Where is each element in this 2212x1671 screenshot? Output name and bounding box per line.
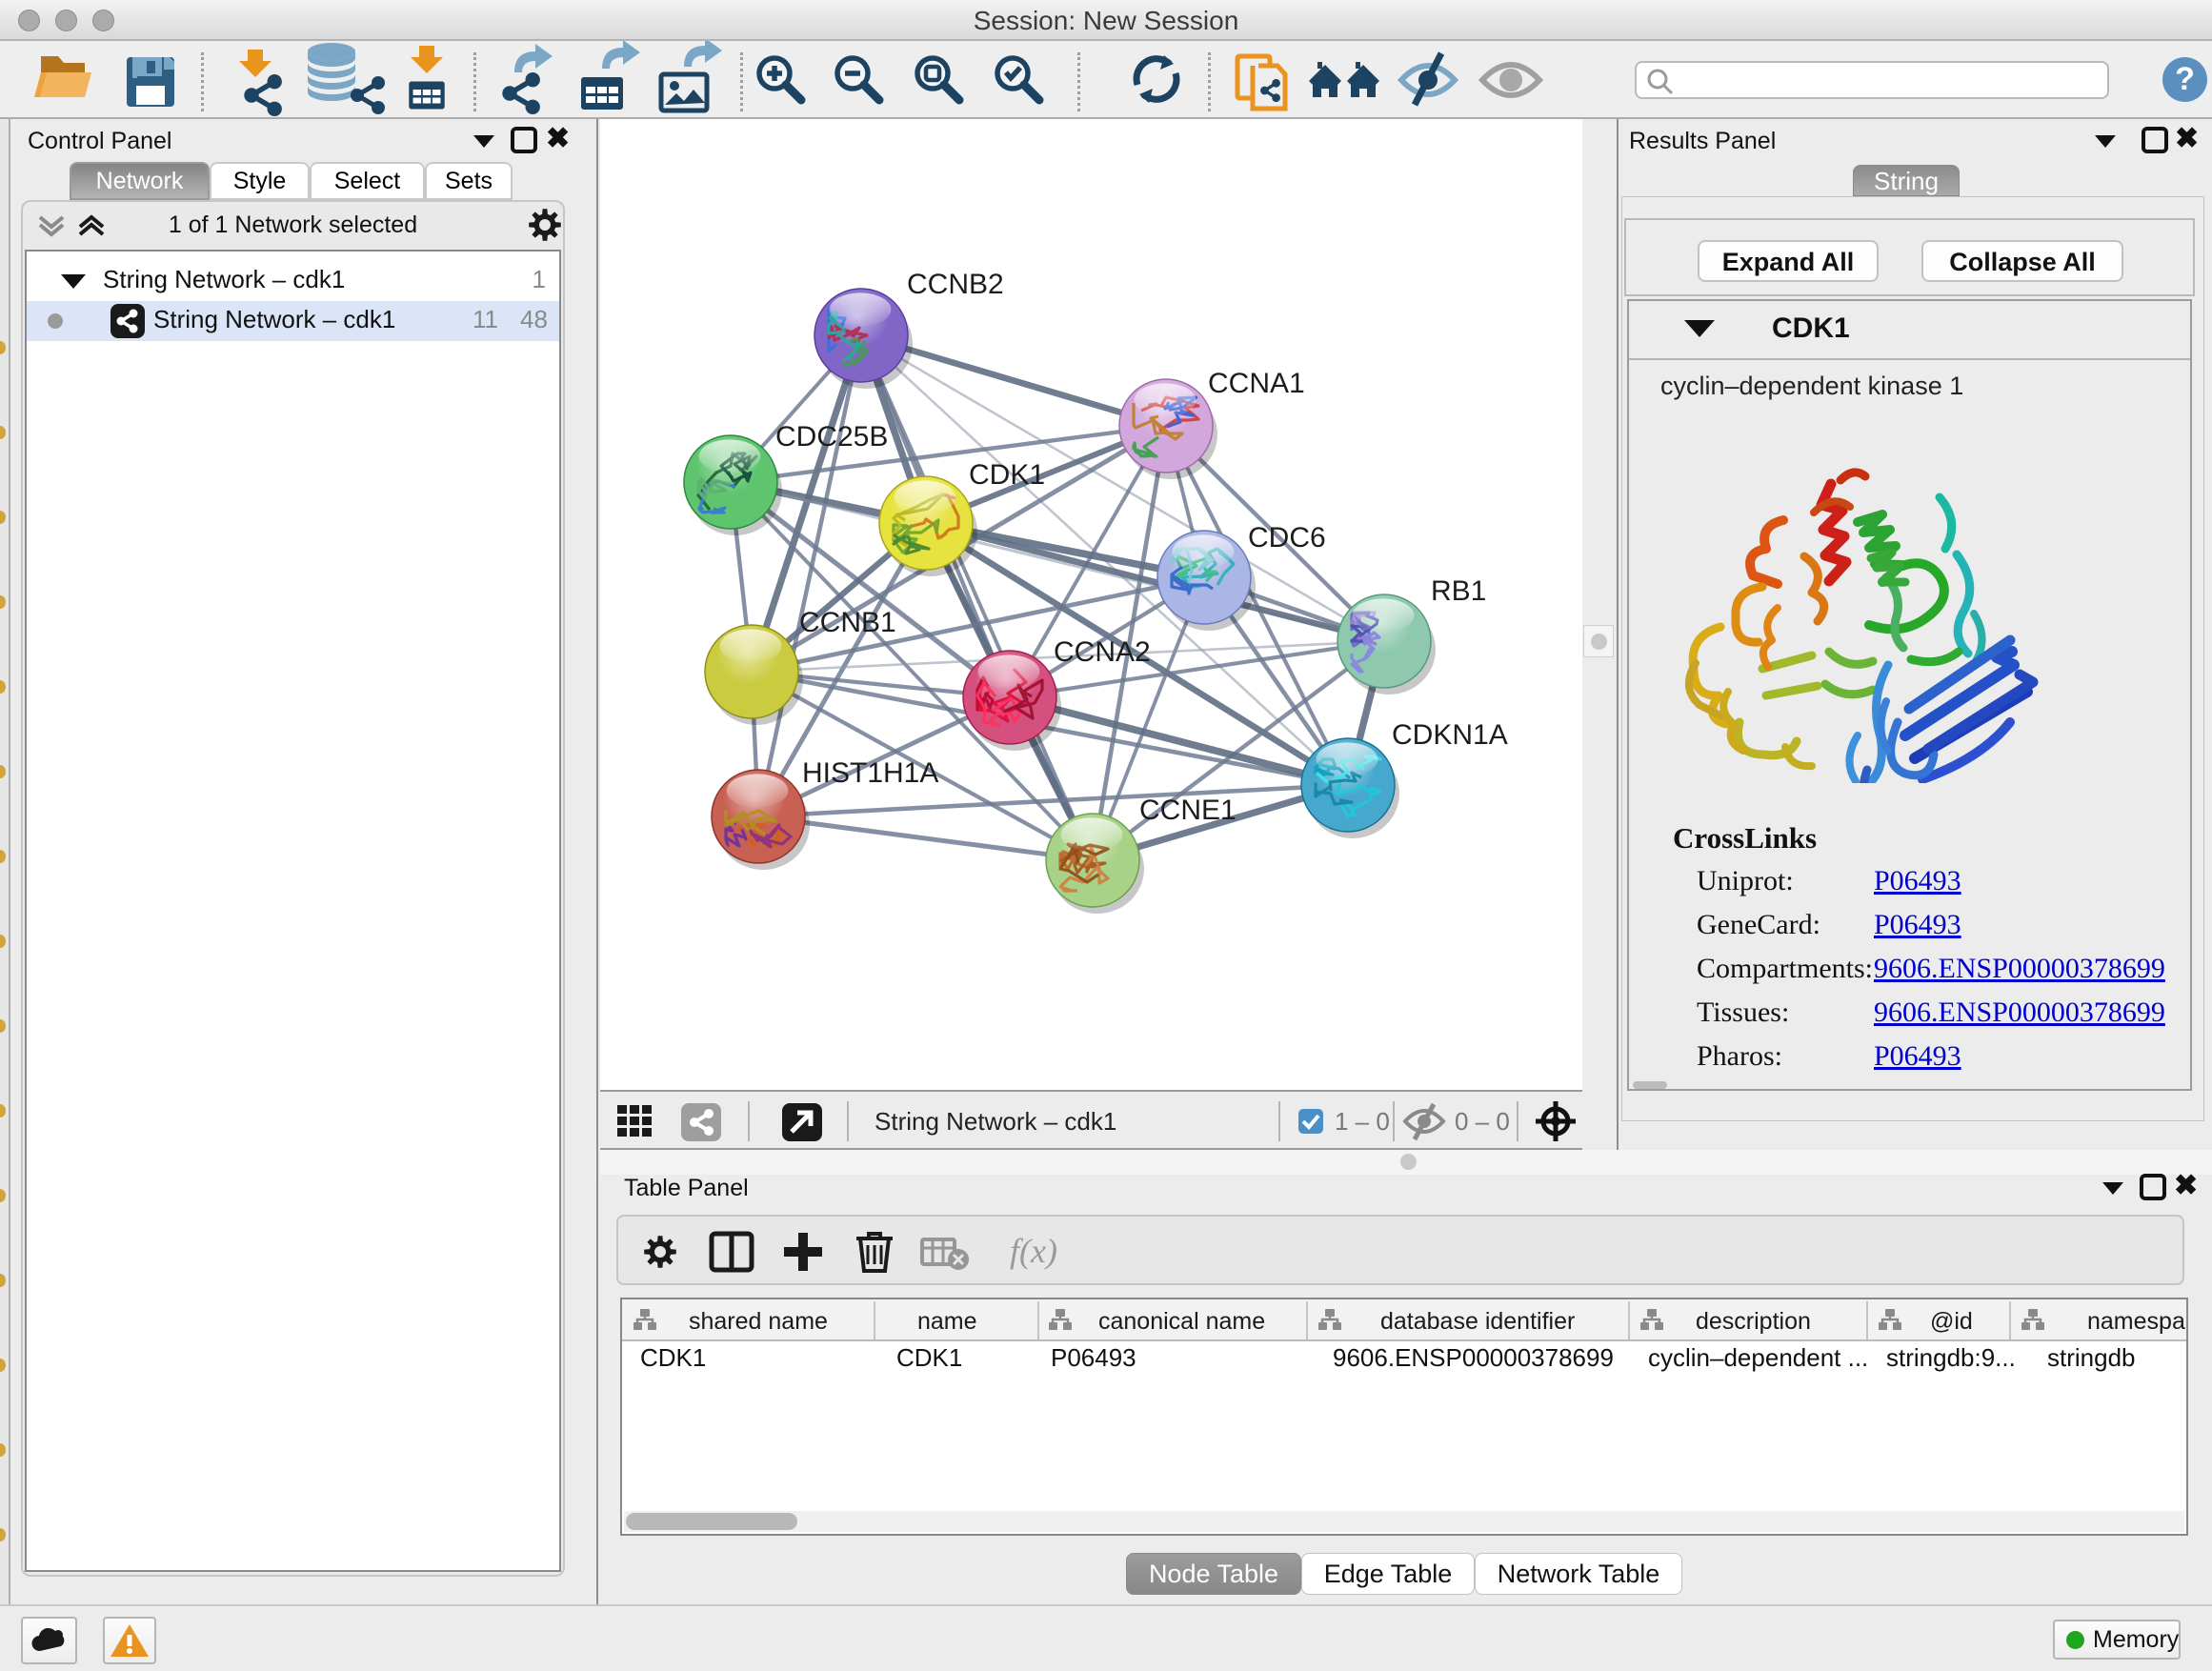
svg-text:CDC6: CDC6 <box>1248 522 1326 554</box>
svg-text:@id: @id <box>1930 1308 1973 1335</box>
svg-text:database identifier: database identifier <box>1380 1308 1575 1335</box>
svg-text:RB1: RB1 <box>1431 575 1486 607</box>
svg-text:f(x): f(x) <box>1010 1232 1057 1270</box>
svg-text:CCNA2: CCNA2 <box>1054 636 1151 668</box>
svg-text:namespace: namespace <box>2087 1308 2186 1335</box>
svg-text:shared name: shared name <box>689 1308 828 1335</box>
svg-text:1 – 0: 1 – 0 <box>1335 1107 1390 1136</box>
svg-text:CCNB1: CCNB1 <box>799 607 896 638</box>
svg-text:description: description <box>1696 1308 1811 1335</box>
svg-text:CCNB2: CCNB2 <box>907 269 1004 300</box>
svg-text:CDK1: CDK1 <box>969 459 1045 491</box>
svg-text:0 – 0: 0 – 0 <box>1455 1107 1510 1136</box>
svg-text:CDKN1A: CDKN1A <box>1392 719 1508 751</box>
svg-text:CDC25B: CDC25B <box>775 421 888 453</box>
svg-text:CCNE1: CCNE1 <box>1139 795 1237 826</box>
svg-text:name: name <box>917 1308 977 1335</box>
svg-text:canonical name: canonical name <box>1098 1308 1265 1335</box>
svg-text:HIST1H1A: HIST1H1A <box>802 757 938 789</box>
svg-text:CCNA1: CCNA1 <box>1208 368 1305 399</box>
